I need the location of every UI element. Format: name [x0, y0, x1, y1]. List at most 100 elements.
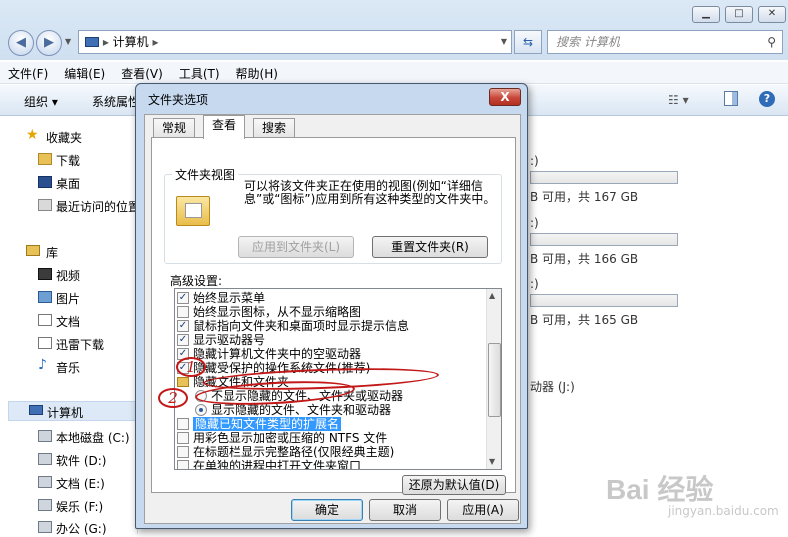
scroll-thumb[interactable]: [488, 343, 501, 417]
sidebar-item-pictures[interactable]: 图片: [38, 290, 80, 307]
dialog-body: 常规 查看 搜索 文件夹视图 可以将该文件夹正在使用的视图(例如“详细信息”或“…: [144, 114, 521, 524]
sidebar-item-videos[interactable]: 视频: [38, 267, 80, 284]
sidebar-item-drive-g[interactable]: 办公 (G:): [38, 520, 107, 537]
search-icon: ⚲: [767, 35, 776, 49]
view-tab-pane: 文件夹视图 可以将该文件夹正在使用的视图(例如“详细信息”或“图标”)应用到所有…: [151, 137, 516, 495]
restore-defaults-button[interactable]: 还原为默认值(D): [402, 475, 506, 495]
drive-2-usage-bar: [530, 233, 678, 246]
menu-help[interactable]: 帮助(H): [228, 62, 286, 82]
tab-view[interactable]: 查看: [203, 115, 246, 139]
recent-places-icon: [38, 199, 52, 211]
sidebar-item-downloads[interactable]: 下载: [38, 152, 80, 169]
checkbox[interactable]: ✓: [177, 320, 189, 332]
sidebar-item-desktop[interactable]: 桌面: [38, 175, 80, 192]
folder-icon: [177, 377, 189, 387]
drive-icon: [38, 499, 52, 511]
apply-to-folders-button[interactable]: 应用到文件夹(L): [238, 236, 354, 258]
advanced-settings-label: 高级设置:: [170, 274, 223, 288]
scroll-up-icon[interactable]: ▲: [489, 291, 495, 300]
desktop-icon: [38, 176, 52, 188]
minimize-button[interactable]: ▁: [692, 6, 720, 23]
documents-icon: [38, 314, 52, 326]
menu-bar: 文件(F) 编辑(E) 查看(V) 工具(T) 帮助(H): [0, 62, 788, 84]
refresh-button[interactable]: ⇆: [514, 30, 542, 54]
drive-1-label: :): [530, 154, 539, 168]
libraries-header[interactable]: 库: [26, 244, 58, 261]
menu-edit[interactable]: 编辑(E): [56, 62, 113, 82]
checkbox[interactable]: ✓: [177, 292, 189, 304]
sidebar-item-recent[interactable]: 最近访问的位置: [38, 198, 140, 215]
drive-icon: [38, 521, 52, 533]
menu-view[interactable]: 查看(V): [113, 62, 171, 82]
annotation-number-two: 2: [158, 388, 188, 408]
checkbox[interactable]: [177, 446, 189, 458]
forward-button[interactable]: ▶: [36, 30, 62, 56]
watermark-url: jingyan.baidu.com: [668, 504, 779, 518]
settings-scrollbar[interactable]: ▲ ▼: [486, 289, 501, 469]
sidebar-item-thunder[interactable]: 迅雷下载: [38, 336, 104, 353]
checkbox[interactable]: ✓: [177, 334, 189, 346]
folder-views-description: 可以将该文件夹正在使用的视图(例如“详细信息”或“图标”)应用到所有这种类型的文…: [244, 179, 496, 206]
drive-1-usage-bar: [530, 171, 678, 184]
sidebar-item-computer[interactable]: 计算机: [8, 401, 138, 421]
sidebar-item-drive-e[interactable]: 文档 (E:): [38, 475, 105, 492]
address-bar[interactable]: ▸ 计算机 ▸ ▼: [78, 30, 512, 54]
menu-tools[interactable]: 工具(T): [171, 62, 228, 82]
drive-icon: [38, 430, 52, 442]
videos-icon: [38, 268, 52, 280]
folder-options-dialog: 文件夹选项 X 常规 查看 搜索 文件夹视图 可以将该文件夹正在使用的视图(例如…: [135, 83, 528, 529]
cancel-button[interactable]: 取消: [369, 499, 441, 521]
checkbox[interactable]: [177, 460, 189, 469]
folder-views-legend: 文件夹视图: [172, 166, 239, 183]
checkbox[interactable]: [177, 418, 189, 430]
preview-pane-icon[interactable]: [724, 91, 738, 106]
annotation-number-one: 1: [176, 357, 206, 377]
computer-label: 计算机: [47, 406, 84, 420]
folder-view-icon: [176, 196, 210, 226]
scroll-down-icon[interactable]: ▼: [489, 457, 495, 466]
watermark-brand: Bai 经验: [606, 474, 714, 505]
computer-icon: [85, 37, 99, 47]
address-dropdown-icon[interactable]: ▼: [501, 31, 507, 53]
navigation-pane: ★ 收藏夹 下载 桌面 最近访问的位置 库 视频 图片 文档 迅雷下载 ♪ 音乐 计…: [0, 117, 140, 537]
ok-button[interactable]: 确定: [291, 499, 363, 521]
radio-button[interactable]: [195, 404, 207, 416]
library-icon: [26, 245, 40, 256]
help-icon[interactable]: ?: [759, 91, 775, 107]
music-icon: ♪: [38, 357, 47, 373]
back-button[interactable]: ◀: [8, 30, 34, 56]
organize-button[interactable]: 组织 ▾: [24, 93, 58, 110]
dialog-title: 文件夹选项: [148, 93, 209, 107]
menu-file[interactable]: 文件(F): [0, 62, 56, 82]
apply-button[interactable]: 应用(A): [447, 499, 519, 521]
sidebar-item-drive-f[interactable]: 娱乐 (F:): [38, 498, 103, 515]
computer-icon: [29, 405, 43, 415]
checkbox[interactable]: [177, 306, 189, 318]
maximize-button[interactable]: □: [725, 6, 753, 23]
sidebar-item-music[interactable]: ♪ 音乐: [38, 357, 80, 376]
close-window-button[interactable]: ✕: [758, 6, 786, 23]
sidebar-item-drive-c[interactable]: 本地磁盘 (C:): [38, 429, 130, 446]
checkbox[interactable]: [177, 432, 189, 444]
reset-folders-button[interactable]: 重置文件夹(R): [372, 236, 488, 258]
system-properties-button[interactable]: 系统属性: [92, 93, 140, 110]
pictures-icon: [38, 291, 52, 303]
tab-search[interactable]: 搜索: [253, 118, 296, 138]
removable-drive-label[interactable]: 动器 (J:): [530, 378, 575, 395]
drive-3-label: :): [530, 277, 539, 291]
drive-2-free: B 可用，共 166 GB: [530, 252, 639, 266]
tab-general[interactable]: 常规: [153, 118, 196, 138]
drive-3-usage-bar: [530, 294, 678, 307]
search-placeholder: 搜索 计算机: [556, 35, 620, 49]
favorites-header[interactable]: ★ 收藏夹: [26, 127, 82, 146]
sidebar-item-drive-d[interactable]: 软件 (D:): [38, 452, 106, 469]
address-path: 计算机: [112, 35, 149, 49]
recent-pages-icon[interactable]: ▼: [65, 37, 71, 46]
view-options-icon[interactable]: ☷ ▾: [668, 93, 689, 107]
dialog-close-button[interactable]: X: [489, 88, 521, 106]
sidebar-item-documents[interactable]: 文档: [38, 313, 80, 330]
drive-icon: [38, 453, 52, 465]
drive-icon: [38, 476, 52, 488]
star-icon: ★: [26, 127, 39, 143]
search-input[interactable]: 搜索 计算机 ⚲: [547, 30, 783, 54]
